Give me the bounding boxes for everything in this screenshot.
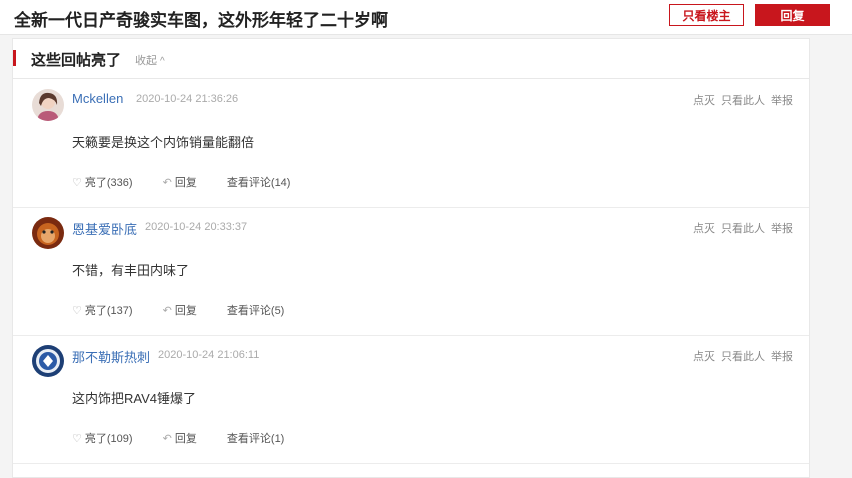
chevron-up-icon: ^ xyxy=(160,56,165,67)
post-content: 天籁要是换这个内饰销量能翻倍 xyxy=(72,135,255,150)
username[interactable]: 恩基爱卧底 xyxy=(72,219,137,238)
like-button[interactable]: ♡ 亮了(336) xyxy=(72,174,133,190)
report-link[interactable]: 举报 xyxy=(771,351,793,363)
reply-arrow-icon: ↶ xyxy=(162,433,172,445)
view-comments-link[interactable]: 查看评论(5) xyxy=(227,302,284,318)
reply-label: 回复 xyxy=(174,433,197,445)
reply-item: 那不勒斯热刺 2020-10-24 21:06:11 点灭 只看此人 举报 这内饰把… xyxy=(13,335,809,464)
lightbulb-icon: ♡ xyxy=(72,177,82,189)
reply-link[interactable]: ↶ 回复 xyxy=(163,430,197,446)
post-ops: 点灭 只看此人 举报 xyxy=(687,348,793,364)
report-link[interactable]: 举报 xyxy=(771,223,793,235)
post-ops: 点灭 只看此人 举报 xyxy=(687,92,793,108)
like-count: 亮了(336) xyxy=(84,177,133,189)
post-actions: ♡ 亮了(109) ↶ 回复 查看评论(1) xyxy=(72,430,311,446)
thread-header: 全新一代日产奇骏实车图，这外形年轻了二十岁啊 只看楼主 回复 xyxy=(0,0,852,35)
report-link[interactable]: 举报 xyxy=(771,95,793,107)
dislike-link[interactable]: 点灭 xyxy=(693,95,715,107)
avatar[interactable] xyxy=(32,89,64,121)
avatar[interactable] xyxy=(32,217,64,249)
only-this-user-link[interactable]: 只看此人 xyxy=(721,351,765,363)
post-ops: 点灭 只看此人 举报 xyxy=(687,220,793,236)
section-title: 这些回帖亮了 xyxy=(31,52,122,69)
reply-arrow-icon: ↶ xyxy=(162,305,172,317)
reply-item: Mckellen 2020-10-24 21:36:26 点灭 只看此人 举报 天籁… xyxy=(13,79,809,208)
like-button[interactable]: ♡ 亮了(109) xyxy=(72,430,133,446)
like-count: 亮了(109) xyxy=(84,433,133,445)
dislike-link[interactable]: 点灭 xyxy=(693,223,715,235)
view-comments-link[interactable]: 查看评论(14) xyxy=(227,174,291,190)
section-header: 这些回帖亮了 收起 ^ xyxy=(13,39,809,79)
dislike-link[interactable]: 点灭 xyxy=(693,351,715,363)
post-content: 这内饰把RAV4锤爆了 xyxy=(72,391,196,406)
only-this-user-link[interactable]: 只看此人 xyxy=(721,223,765,235)
lightbulb-icon: ♡ xyxy=(72,305,82,317)
reply-label: 回复 xyxy=(174,305,197,317)
reply-link[interactable]: ↶ 回复 xyxy=(163,174,197,190)
page-title: 全新一代日产奇骏实车图，这外形年轻了二十岁啊 xyxy=(14,11,388,30)
view-comments-link[interactable]: 查看评论(1) xyxy=(227,430,284,446)
post-actions: ♡ 亮了(137) ↶ 回复 查看评论(5) xyxy=(72,302,311,318)
only-owner-button[interactable]: 只看楼主 xyxy=(669,4,744,26)
lightbulb-icon: ♡ xyxy=(72,433,82,445)
username[interactable]: 那不勒斯热刺 xyxy=(72,347,150,366)
collapse-toggle[interactable]: 收起 ^ xyxy=(135,52,165,68)
username[interactable]: Mckellen xyxy=(72,91,123,106)
reply-arrow-icon: ↶ xyxy=(162,177,172,189)
reply-label: 回复 xyxy=(174,177,197,189)
post-time: 2020-10-24 20:33:37 xyxy=(145,221,248,233)
post-content: 不错，有丰田内味了 xyxy=(72,263,190,278)
reply-button[interactable]: 回复 xyxy=(755,4,830,26)
post-time: 2020-10-24 21:06:11 xyxy=(158,349,260,361)
avatar[interactable] xyxy=(32,345,64,377)
section-accent-bar xyxy=(13,50,16,66)
reply-link[interactable]: ↶ 回复 xyxy=(163,302,197,318)
post-time: 2020-10-24 21:36:26 xyxy=(136,93,239,105)
highlight-replies-panel: 这些回帖亮了 收起 ^ Mckellen 2020-10-24 21:36:26 … xyxy=(12,38,810,478)
like-count: 亮了(137) xyxy=(84,305,133,317)
post-actions: ♡ 亮了(336) ↶ 回复 查看评论(14) xyxy=(72,174,317,190)
only-this-user-link[interactable]: 只看此人 xyxy=(721,95,765,107)
collapse-label: 收起 xyxy=(135,55,157,67)
like-button[interactable]: ♡ 亮了(137) xyxy=(72,302,133,318)
reply-item: 恩基爱卧底 2020-10-24 20:33:37 点灭 只看此人 举报 不错，有丰… xyxy=(13,207,809,336)
